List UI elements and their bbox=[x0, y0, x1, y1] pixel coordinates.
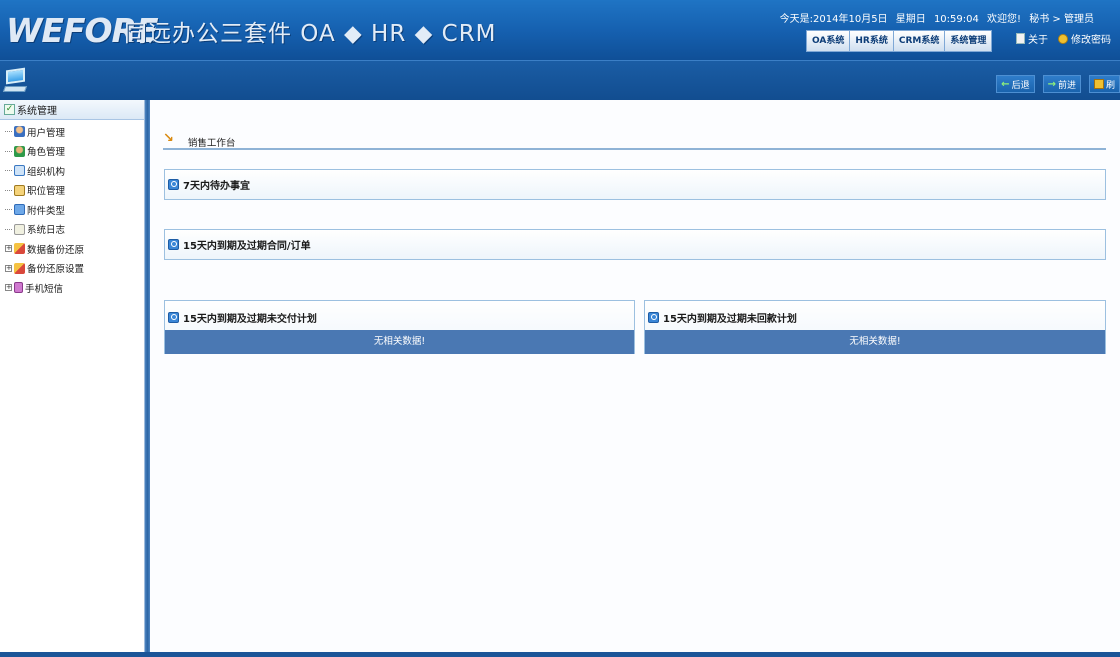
expand-icon[interactable]: + bbox=[5, 284, 12, 292]
sidebar-item-label: 附件类型 bbox=[27, 205, 66, 217]
search-icon bbox=[168, 311, 179, 323]
main-content: ↘ 销售工作台 7天内待办事宜 15天内到期及过期合同/订单 15天内到期及过期… bbox=[150, 100, 1120, 652]
expand-icon[interactable]: + bbox=[5, 264, 12, 272]
nav-buttons: ← 后退 → 前进 刷 bbox=[996, 75, 1120, 93]
header-links: 关于 修改密码 bbox=[1016, 31, 1111, 46]
panel-title: 15天内到期及过期未交付计划 bbox=[183, 313, 317, 325]
sidebar-item-label: 手机短信 bbox=[25, 283, 64, 295]
sidebar-item-label: 备份还原设置 bbox=[27, 264, 85, 276]
sidebar-item-label: 组织机构 bbox=[27, 166, 66, 178]
current-time: 10:59:04 bbox=[933, 14, 979, 25]
forward-button[interactable]: → 前进 bbox=[1042, 75, 1081, 93]
panel-title: 15天内到期及过期合同/订单 bbox=[183, 240, 311, 252]
role-icon bbox=[14, 145, 25, 157]
tab-hr-system[interactable]: HR系统 bbox=[850, 31, 894, 51]
panel-title: 15天内到期及过期未回款计划 bbox=[663, 313, 797, 325]
arrow-down-right-icon: ↘ bbox=[163, 130, 174, 146]
back-button[interactable]: ← 后退 bbox=[996, 75, 1035, 93]
page-title: 销售工作台 bbox=[187, 138, 236, 149]
about-link[interactable]: 关于 bbox=[1016, 31, 1048, 46]
sidebar-item-attachment-types[interactable]: 附件类型 bbox=[0, 200, 144, 220]
about-label: 关于 bbox=[1028, 35, 1048, 46]
empty-message: 无相关数据! bbox=[165, 330, 634, 354]
bottom-bar bbox=[0, 652, 1120, 657]
check-icon: ✓ bbox=[4, 104, 15, 115]
forward-label: 前进 bbox=[1057, 80, 1076, 91]
sidebar-item-backup-restore-settings[interactable]: + 备份还原设置 bbox=[0, 259, 144, 279]
organization-icon bbox=[14, 165, 25, 177]
search-icon bbox=[168, 238, 179, 250]
status-line: 今天是:2014年10月5日 星期日 10:59:04 欢迎您! 秘书 > 管理… bbox=[775, 10, 1094, 25]
backup-icon bbox=[14, 243, 25, 255]
log-icon bbox=[14, 223, 25, 235]
current-date: 2014年10月5日 bbox=[813, 14, 888, 25]
panel-unreceived-payment-plans: 15天内到期及过期未回款计划 无相关数据! bbox=[644, 300, 1106, 354]
panel-todo-7-days: 7天内待办事宜 bbox=[164, 169, 1106, 200]
panel-header: 15天内到期及过期合同/订单 bbox=[165, 230, 1105, 258]
arrow-right-icon: → bbox=[1047, 78, 1056, 90]
sidebar-tree: 用户管理 角色管理 组织机构 职位管理 附件类型 系统日志 + 数据备份还原 + bbox=[0, 120, 144, 298]
tab-crm-system[interactable]: CRM系统 bbox=[893, 31, 946, 51]
sidebar-item-role-management[interactable]: 角色管理 bbox=[0, 142, 144, 162]
sidebar-item-label: 系统日志 bbox=[27, 225, 66, 237]
panel-header: 15天内到期及过期未回款计划 bbox=[645, 301, 1105, 330]
sidebar-root-system-management[interactable]: ✓ 系统管理 bbox=[0, 100, 144, 120]
sidebar-item-position-management[interactable]: 职位管理 bbox=[0, 181, 144, 201]
panel-undelivered-plans: 15天内到期及过期未交付计划 无相关数据! bbox=[164, 300, 635, 354]
toolbar: ← 后退 → 前进 刷 bbox=[0, 60, 1120, 100]
refresh-icon bbox=[1093, 79, 1104, 89]
refresh-label: 刷 bbox=[1105, 80, 1115, 91]
sidebar-item-data-backup-restore[interactable]: + 数据备份还原 bbox=[0, 239, 144, 259]
refresh-button[interactable]: 刷 bbox=[1088, 75, 1120, 93]
system-tabs: OA系统 HR系统 CRM系统 系统管理 bbox=[806, 30, 993, 52]
expand-icon[interactable]: + bbox=[5, 245, 12, 253]
sidebar-item-label: 角色管理 bbox=[27, 147, 66, 159]
arrow-left-icon: ← bbox=[1001, 78, 1010, 90]
settings-icon bbox=[14, 262, 25, 274]
today-label: 今天是: bbox=[779, 14, 814, 25]
sidebar-item-sms[interactable]: + 手机短信 bbox=[0, 278, 144, 298]
sidebar-item-user-management[interactable]: 用户管理 bbox=[0, 122, 144, 142]
welcome-text: 欢迎您! bbox=[987, 14, 1022, 25]
sidebar-item-organization[interactable]: 组织机构 bbox=[0, 161, 144, 181]
change-password-label: 修改密码 bbox=[1071, 35, 1111, 46]
user-icon bbox=[14, 126, 25, 138]
panel-header: 15天内到期及过期未交付计划 bbox=[165, 301, 634, 330]
current-weekday: 星期日 bbox=[895, 14, 926, 25]
title-divider bbox=[163, 148, 1106, 150]
sidebar-item-label: 用户管理 bbox=[27, 127, 66, 139]
sidebar-item-system-log[interactable]: 系统日志 bbox=[0, 220, 144, 240]
position-icon bbox=[14, 184, 25, 196]
sidebar-item-label: 数据备份还原 bbox=[27, 244, 85, 256]
search-icon bbox=[648, 311, 659, 323]
tab-system-management[interactable]: 系统管理 bbox=[945, 31, 992, 51]
attachment-icon bbox=[14, 204, 25, 216]
app-header: WEFORE 同远办公三套件 OA ◆ HR ◆ CRM 今天是:2014年10… bbox=[0, 0, 1120, 60]
user-info: 秘书 > 管理员 bbox=[1029, 14, 1094, 25]
sidebar-root-label: 系统管理 bbox=[17, 106, 57, 117]
panel-expiring-contracts: 15天内到期及过期合同/订单 bbox=[164, 229, 1106, 260]
computer-icon bbox=[2, 67, 28, 95]
document-icon bbox=[1016, 33, 1025, 44]
product-title: 同远办公三套件 OA ◆ HR ◆ CRM bbox=[124, 21, 497, 47]
sidebar: ✓ 系统管理 用户管理 角色管理 组织机构 职位管理 附件类型 系统日志 + 数… bbox=[0, 100, 145, 652]
breadcrumb: ↘ 销售工作台 bbox=[163, 127, 236, 150]
back-label: 后退 bbox=[1011, 80, 1030, 91]
change-password-link[interactable]: 修改密码 bbox=[1058, 31, 1111, 46]
panel-header: 7天内待办事宜 bbox=[165, 170, 1105, 198]
panel-title: 7天内待办事宜 bbox=[183, 180, 250, 192]
empty-message: 无相关数据! bbox=[645, 330, 1105, 354]
sidebar-item-label: 职位管理 bbox=[27, 186, 66, 198]
tab-oa-system[interactable]: OA系统 bbox=[807, 31, 851, 51]
phone-icon bbox=[14, 282, 23, 294]
search-icon bbox=[168, 178, 179, 190]
key-icon bbox=[1058, 33, 1068, 44]
